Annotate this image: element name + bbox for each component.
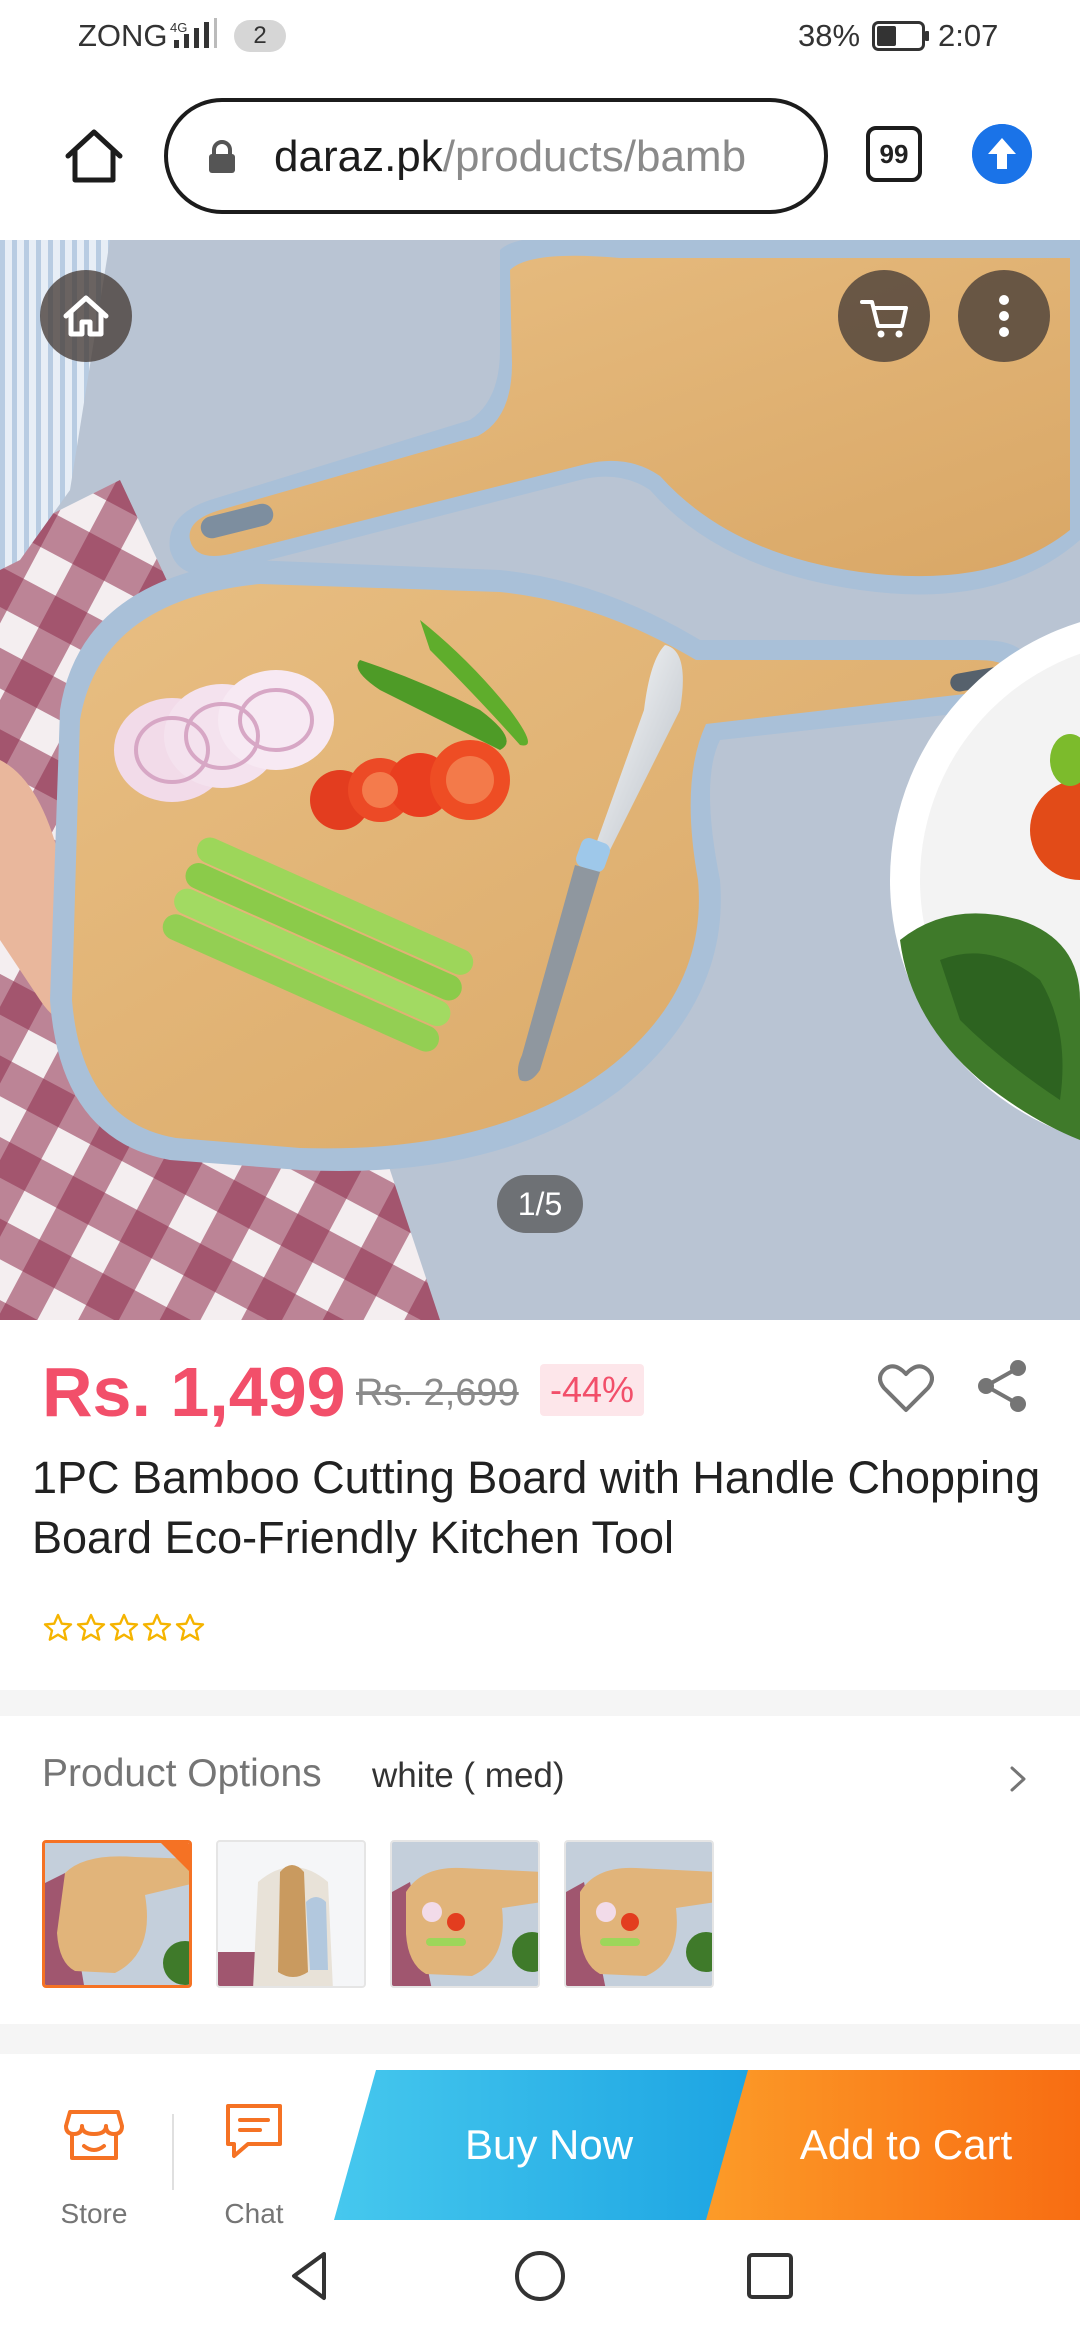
url-host: daraz.pk [274,132,443,181]
bottom-action-bar: Store Chat Buy Now Add to Cart [0,2054,1080,2229]
discount-badge: -44% [540,1364,645,1416]
heart-icon[interactable] [878,1362,934,1414]
rating-stars[interactable] [42,1612,206,1644]
back-triangle-icon[interactable] [280,2246,340,2306]
option-thumbnail[interactable] [42,1840,192,1988]
product-info: Rs. 1,499 Rs. 2,699 -44% 1PC Bamboo Cutt… [0,1320,1080,1690]
recents-square-icon[interactable] [740,2246,800,2306]
thumbnail-image [218,1842,364,1986]
section-divider [0,1690,1080,1716]
address-bar[interactable]: daraz.pk/products/bamb [164,98,828,214]
chevron-right-icon[interactable] [1006,1764,1030,1794]
star-outline-icon [43,1613,73,1641]
section-divider [0,2024,1080,2054]
home-circle-icon[interactable] [510,2246,570,2306]
chat-icon [226,2104,282,2158]
lock-icon [209,140,235,173]
star-outline-icon [142,1613,172,1641]
upload-arrow-icon[interactable] [972,124,1032,184]
option-thumbnails [42,1840,714,1988]
product-title: 1PC Bamboo Cutting Board with Handle Cho… [32,1452,1041,1563]
more-vertical-icon [999,295,1009,337]
original-price: Rs. 2,699 [356,1372,519,1414]
cart-icon [860,300,908,338]
hero-cart-button[interactable] [838,270,930,362]
thumbnail-image [392,1842,538,1986]
option-thumbnail[interactable] [216,1840,366,1988]
url-path: /products/bamb [442,132,747,181]
current-price: Rs. 1,499 [42,1353,346,1431]
status-bar: ZONG 4G 2 38% 2:07 [0,0,1080,72]
battery-icon [872,21,929,51]
add-to-cart-button[interactable]: Add to Cart [706,2070,1080,2220]
selected-marker [161,1843,189,1871]
product-photo [0,240,1080,1320]
url-text: daraz.pk/products/bamb [274,132,746,182]
star-outline-icon [175,1613,205,1641]
signal-icon: 4G [170,18,217,48]
product-image-gallery[interactable]: 1/5 [0,240,1080,1320]
tab-switcher-button[interactable]: 99 [866,126,922,182]
hero-more-button[interactable] [958,270,1050,362]
buy-now-button[interactable]: Buy Now [334,2070,764,2220]
star-outline-icon [76,1613,106,1641]
option-thumbnail[interactable] [390,1840,540,1988]
sim-badge: 2 [234,20,286,52]
share-icon[interactable] [972,1356,1032,1416]
image-counter: 1/5 [497,1175,583,1233]
browser-toolbar: daraz.pk/products/bamb 99 [0,72,1080,240]
carrier-label: ZONG [78,18,168,53]
product-options[interactable]: Product Options white ( med) [0,1716,1080,2032]
hero-home-button[interactable] [40,270,132,362]
store-icon [64,2110,124,2160]
store-button[interactable]: Store [48,2054,140,2229]
system-navigation-bar [0,2224,1080,2340]
battery-percent: 38% [798,18,861,53]
chat-button[interactable]: Chat [208,2054,300,2229]
options-selected-value: white ( med) [372,1756,565,1795]
product-page: ZONG 4G 2 38% 2:07 daraz.pk/products/bam… [0,0,1080,2340]
thumbnail-image [566,1842,712,1986]
home-icon[interactable] [62,124,126,188]
options-label: Product Options [42,1752,322,1795]
network-type-label: 4G [170,20,187,35]
clock: 2:07 [938,18,999,53]
action-separator [172,2114,174,2190]
home-icon [63,295,109,337]
option-thumbnail[interactable] [564,1840,714,1988]
star-outline-icon [109,1613,139,1641]
